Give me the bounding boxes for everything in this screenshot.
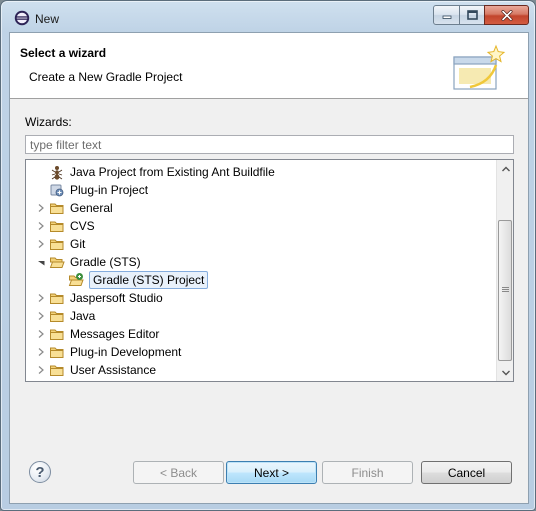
help-button[interactable]: ? [29, 461, 51, 483]
vertical-scrollbar[interactable] [496, 160, 513, 381]
filter-input[interactable] [25, 135, 514, 154]
tree-item-label: Gradle (STS) [70, 255, 141, 269]
tree-item[interactable]: Plug-in Development [26, 343, 496, 361]
help-icon: ? [35, 463, 45, 481]
folder-icon [50, 329, 64, 340]
cancel-button[interactable]: Cancel [421, 461, 512, 484]
tree-item[interactable]: Jaspersoft Studio [26, 289, 496, 307]
tree-item-label: Git [70, 237, 86, 251]
collapsed-arrow-icon[interactable] [36, 203, 46, 213]
close-icon [501, 9, 512, 21]
tree-item-label: Plug-in Development [70, 345, 182, 359]
maximize-button[interactable] [459, 5, 485, 25]
scroll-down-button[interactable] [497, 364, 513, 381]
tree-item[interactable]: Git [26, 235, 496, 253]
tree-item-label: Java Project from Existing Ant Buildfile [70, 165, 275, 179]
tree-item-label: Jaspersoft Studio [70, 291, 163, 305]
collapsed-arrow-icon[interactable] [36, 365, 46, 375]
new-wizard-window: New Select a wizard Create a New Gradle … [0, 0, 536, 511]
plugin-project-icon [50, 184, 64, 197]
window-controls [433, 5, 529, 25]
eclipse-icon [14, 10, 30, 26]
gradle-project-icon [68, 273, 84, 286]
expanded-arrow-icon[interactable] [36, 257, 46, 267]
minimize-icon [442, 15, 451, 19]
tree-item[interactable]: General [26, 199, 496, 217]
folder-icon [50, 293, 64, 304]
tree-item[interactable]: Plug-in Project [26, 181, 496, 199]
wizard-tree[interactable]: Java Project from Existing Ant Buildfile… [25, 159, 514, 382]
tree-item[interactable]: User Assistance [26, 361, 496, 379]
collapsed-arrow-icon[interactable] [36, 311, 46, 321]
scrollbar-thumb[interactable] [498, 220, 512, 361]
folder-open-icon [49, 257, 65, 268]
collapsed-arrow-icon[interactable] [36, 347, 46, 357]
folder-icon [50, 203, 64, 214]
back-button[interactable]: < Back [133, 461, 224, 484]
tree-item[interactable]: Java Project from Existing Ant Buildfile [26, 163, 496, 181]
folder-icon [50, 347, 64, 358]
wizards-label: Wizards: [25, 115, 72, 129]
tree-item[interactable]: Gradle (STS) Project [26, 271, 496, 289]
collapsed-arrow-icon[interactable] [36, 239, 46, 249]
tree-item-label: CVS [70, 219, 95, 233]
collapsed-arrow-icon[interactable] [36, 293, 46, 303]
minimize-button[interactable] [433, 5, 460, 25]
close-button[interactable] [484, 5, 529, 25]
folder-icon [50, 221, 64, 232]
banner-title: Select a wizard [20, 46, 107, 60]
folder-icon [50, 365, 64, 376]
scroll-up-button[interactable] [497, 160, 513, 177]
tree-item-label: Java [70, 309, 96, 323]
dialog-client-area: Select a wizard Create a New Gradle Proj… [9, 32, 529, 504]
tree-item[interactable]: CVS [26, 217, 496, 235]
ant-project-icon [51, 166, 63, 180]
wizard-banner: Select a wizard Create a New Gradle Proj… [10, 33, 528, 99]
collapsed-arrow-icon[interactable] [36, 329, 46, 339]
folder-icon [50, 239, 64, 250]
chevron-up-icon [501, 166, 510, 171]
tree-item[interactable]: Java [26, 307, 496, 325]
folder-icon [50, 311, 64, 322]
next-button[interactable]: Next > [226, 461, 317, 484]
tree-item-label: Messages Editor [70, 327, 160, 341]
tree-item-label: Plug-in Project [70, 183, 149, 197]
banner-description: Create a New Gradle Project [29, 70, 183, 84]
tree-item[interactable]: Gradle (STS) [26, 253, 496, 271]
tree-item-label: User Assistance [70, 363, 157, 377]
maximize-icon [466, 10, 478, 20]
wizard-banner-icon [453, 44, 506, 90]
finish-button[interactable]: Finish [322, 461, 413, 484]
tree-item[interactable]: Messages Editor [26, 325, 496, 343]
title-bar[interactable]: New [1, 1, 535, 33]
window-title: New [35, 12, 60, 26]
tree-item-label: Gradle (STS) Project [89, 271, 209, 289]
tree-item-label: General [70, 201, 113, 215]
chevron-down-icon [501, 370, 510, 375]
collapsed-arrow-icon[interactable] [36, 221, 46, 231]
